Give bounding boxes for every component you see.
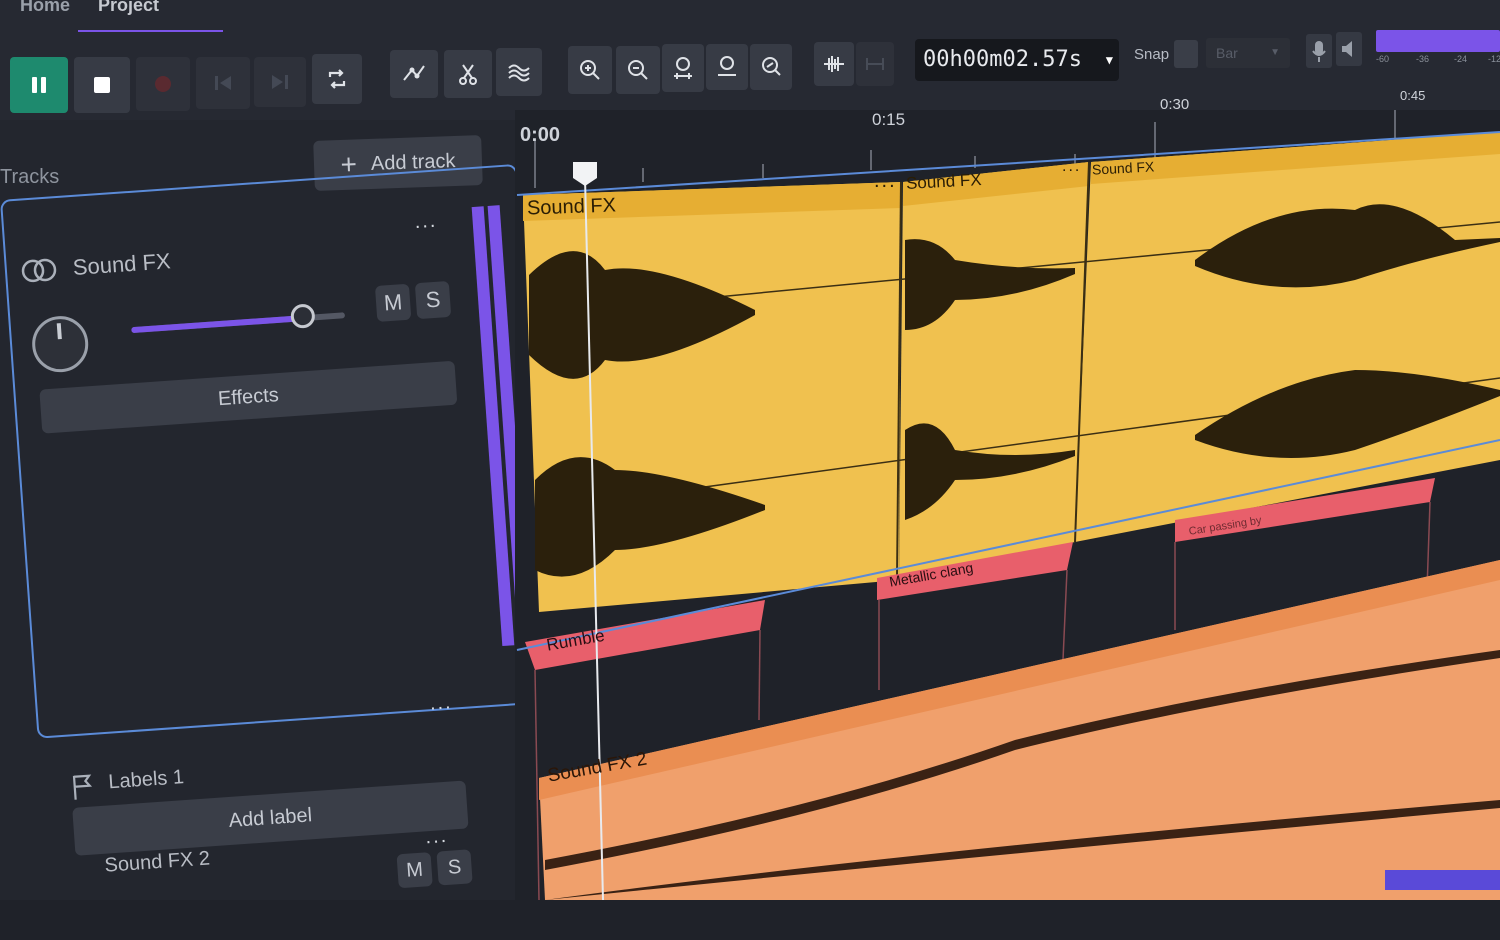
track2-menu-button[interactable]: ...	[425, 825, 449, 850]
speaker-icon	[1342, 41, 1352, 57]
microphone-icon	[1312, 41, 1326, 62]
volume-slider[interactable]	[131, 303, 346, 334]
clip-menu-button[interactable]: ...	[1062, 158, 1081, 176]
labels-track-name: Labels 1	[107, 766, 185, 794]
tab-strip: Home Project	[0, 0, 1500, 34]
skip-forward-button[interactable]	[254, 57, 306, 107]
trim-icon	[824, 56, 844, 72]
zoom-in-button[interactable]	[568, 46, 612, 94]
tab-project[interactable]: Project	[78, 0, 223, 34]
loop-icon	[328, 69, 346, 89]
chevron-down-icon: ▼	[1105, 53, 1113, 67]
zoom-out-icon	[628, 60, 648, 80]
clip-body	[899, 162, 1089, 580]
track2-solo-button[interactable]: S	[436, 849, 473, 886]
meter-scale: -60 -36 -24 -12	[1376, 54, 1500, 68]
ruler-label: 0:45	[1400, 88, 1426, 103]
flag-icon	[72, 774, 93, 800]
stereo-icon	[21, 258, 57, 283]
silence-icon	[866, 58, 884, 70]
zoom-fit-icon	[718, 56, 736, 76]
microphone-button[interactable]	[1306, 34, 1332, 68]
clip-name: Sound FX	[1091, 158, 1155, 178]
track-name: Sound FX	[72, 248, 172, 281]
label-boundary	[758, 629, 761, 721]
zoom-fit-button[interactable]	[706, 44, 748, 90]
spectral-tool-button[interactable]	[496, 48, 542, 96]
clip-name: Sound FX	[905, 170, 983, 193]
knob-indicator	[56, 323, 62, 340]
timeline-canvas[interactable]	[515, 110, 1500, 900]
record-button[interactable]	[136, 57, 190, 111]
loop-button[interactable]	[312, 54, 362, 104]
playback-meter	[1376, 30, 1500, 52]
track-menu-button[interactable]: ...	[414, 210, 438, 235]
zoom-selection-icon	[674, 57, 692, 79]
meter-tick: -12	[1488, 54, 1500, 64]
meter-tick: -60	[1376, 54, 1390, 64]
snap-checkbox[interactable]	[1174, 40, 1198, 68]
meter-tick: -36	[1416, 54, 1430, 64]
effects-button[interactable]: Effects	[39, 360, 458, 434]
skip-forward-icon	[272, 75, 288, 89]
skip-back-icon	[215, 76, 231, 90]
zoom-selection-button[interactable]	[662, 44, 704, 92]
record-icon	[155, 76, 171, 92]
trim-audio-button[interactable]	[814, 42, 854, 86]
envelope-tool-button[interactable]	[390, 50, 438, 98]
tracks-heading: Tracks	[0, 166, 60, 188]
clip-sound-fx-2[interactable]	[899, 162, 1089, 580]
track-header-sound-fx[interactable]: Sound FX ... M S Effects	[0, 163, 555, 739]
solo-button[interactable]: S	[414, 280, 452, 320]
timecode-display[interactable]: 00h00m02.57s ▼	[915, 39, 1119, 81]
scissors-icon	[459, 64, 477, 85]
zoom-toggle-icon	[762, 57, 781, 76]
tab-home[interactable]: Home	[0, 0, 90, 30]
snap-select-value: Bar	[1216, 45, 1238, 61]
speaker-button[interactable]	[1336, 32, 1362, 66]
snap-select[interactable]: Bar ▼	[1206, 38, 1290, 68]
envelope-icon	[403, 65, 425, 81]
silence-audio-button[interactable]	[856, 42, 894, 86]
pause-icon	[32, 77, 46, 93]
mute-button[interactable]: M	[374, 283, 412, 322]
skip-back-button[interactable]	[196, 57, 250, 109]
chevron-down-icon: ▼	[1270, 47, 1280, 58]
zoom-toggle-button[interactable]	[750, 44, 792, 90]
labels-track-menu-button[interactable]: ...	[429, 691, 453, 716]
waves-icon	[508, 64, 530, 82]
ruler-label: 0:30	[1160, 96, 1190, 113]
snap-label: Snap	[1134, 46, 1170, 63]
ruler-label: 0:15	[872, 110, 906, 129]
zoom-out-button[interactable]	[616, 46, 660, 94]
timecode-value: 00h00m02.57s	[923, 47, 1082, 72]
stop-icon	[94, 77, 110, 93]
split-tool-button[interactable]	[444, 50, 492, 98]
track2-mute-button[interactable]: M	[396, 852, 433, 889]
meter-tick: -24	[1454, 54, 1468, 64]
selection-marker	[1385, 870, 1500, 890]
zoom-in-icon	[580, 60, 600, 80]
clip-menu-button[interactable]: ...	[874, 170, 897, 193]
clip-name: Sound FX	[526, 194, 617, 220]
volume-handle[interactable]	[290, 303, 316, 329]
pause-button[interactable]	[10, 57, 68, 113]
stop-button[interactable]	[74, 57, 130, 113]
ruler-label: 0:00	[520, 124, 561, 146]
pan-knob[interactable]	[30, 314, 91, 375]
volume-fill	[131, 315, 302, 334]
